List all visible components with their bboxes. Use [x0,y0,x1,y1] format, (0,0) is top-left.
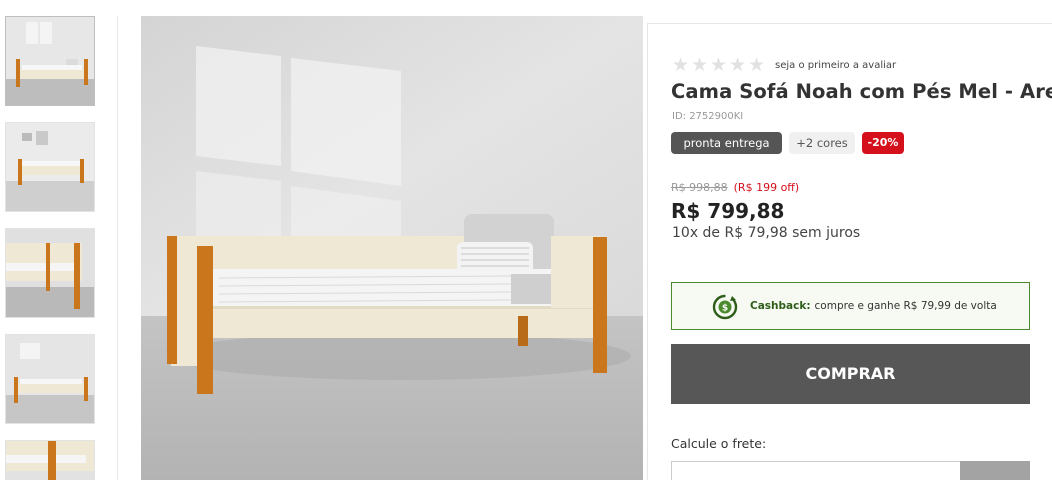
main-product-image[interactable] [141,16,643,480]
star-icon: ★ [748,54,766,76]
star-icon: ★ [710,54,728,76]
freight-zip-input[interactable] [671,461,961,480]
thumbnail-5[interactable] [5,440,95,480]
product-title: Cama Sofá Noah com Pés Mel - Areia [671,80,1052,103]
product-page: ★ ★ ★ ★ ★ seja o primeiro a avaliar Cama… [0,0,1052,480]
star-icon: ★ [672,54,690,76]
colors-badge[interactable]: +2 cores [789,132,855,154]
product-details-panel: ★ ★ ★ ★ ★ seja o primeiro a avaliar Cama… [647,23,1052,480]
star-icon: ★ [691,54,709,76]
cashback-label: Cashback: [750,300,811,312]
freight-label: Calcule o frete: [671,436,767,451]
product-badges: pronta entrega +2 cores -20% [671,132,904,154]
gallery-divider [117,16,118,480]
cashback-icon: $ [712,294,738,320]
thumbnail-gallery [5,16,95,480]
old-price: R$ 998,88 [671,181,728,194]
cashback-text: compre e ganhe R$ 79,99 de volta [814,300,997,312]
thumbnail-1[interactable] [5,16,95,106]
rating-stars[interactable]: ★ ★ ★ ★ ★ [672,54,766,76]
availability-badge: pronta entrega [671,132,782,154]
rating-prompt[interactable]: seja o primeiro a avaliar [775,60,896,71]
svg-text:$: $ [722,304,728,314]
savings-amount: (R$ 199 off) [733,181,800,194]
buy-button[interactable]: COMPRAR [671,344,1030,404]
freight-calculate-button[interactable] [960,461,1030,480]
current-price: R$ 799,88 [671,199,785,223]
discount-badge: -20% [862,132,904,154]
rating[interactable]: ★ ★ ★ ★ ★ seja o primeiro a avaliar [672,54,896,76]
product-id: ID: 2752900KI [672,111,744,122]
old-price-row: R$ 998,88 (R$ 199 off) [671,181,799,194]
thumbnail-2[interactable] [5,122,95,212]
thumbnail-4[interactable] [5,334,95,424]
thumbnail-3[interactable] [5,228,95,318]
cashback-banner: $ Cashback: compre e ganhe R$ 79,99 de v… [671,282,1030,330]
star-icon: ★ [729,54,747,76]
installments: 10x de R$ 79,98 sem juros [672,225,861,241]
